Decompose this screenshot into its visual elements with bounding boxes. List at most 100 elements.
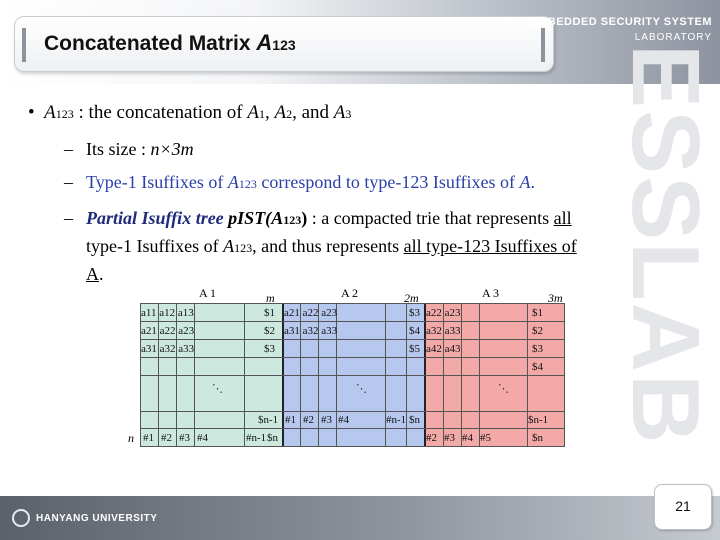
hash-cell: #3	[444, 432, 455, 444]
hash-cell: #3	[179, 432, 190, 444]
title-letter: A	[256, 30, 273, 55]
dollar-cell: $1	[532, 307, 543, 319]
bullet-a-sub: 123	[55, 107, 74, 121]
grid-line	[140, 357, 565, 358]
dash: –	[64, 208, 73, 228]
bullet-a: A	[44, 102, 56, 123]
fig-label-a3: A 3	[482, 286, 500, 300]
type1-end: .	[530, 172, 535, 192]
title-subscript: 123	[272, 37, 296, 53]
bullet-a1: A	[247, 102, 259, 123]
dash: –	[64, 139, 73, 159]
pist-line2a: type-1 Isuffixes of	[86, 236, 224, 256]
fig-label-a1: A 1	[199, 286, 217, 300]
dollar-cell: $2	[532, 325, 543, 337]
hash-cell: #4	[197, 432, 208, 444]
hash-cell: #2	[161, 432, 172, 444]
type1-text2: correspond to type-123 Isuffixes of	[256, 172, 520, 192]
hash-cell: #1	[143, 432, 154, 444]
sub-bullet-type1: – Type-1 Isuffixes of A123 correspond to …	[64, 172, 535, 193]
dollar-cell: $4	[532, 361, 543, 373]
hash-cell: #1	[285, 414, 296, 426]
grid-line	[140, 428, 565, 429]
type1-text: Type-1 Isuffixes of	[86, 172, 228, 192]
matrix-row-a2-2: a31 a32 a33	[284, 325, 338, 337]
pist-all2: all type-123 Isuffixes of	[403, 236, 577, 256]
grid-line	[140, 411, 565, 412]
dollar-cell: $n	[409, 414, 420, 426]
pist-a-sub: 123	[283, 213, 302, 227]
matrix-row-a3-2: a32 a33	[426, 325, 461, 337]
matrix-row-a2-1: a21 a22 a23	[284, 307, 338, 319]
pist-name: pIST(	[228, 208, 272, 228]
dollar-cell: $n	[267, 432, 278, 444]
hash-cell: #2	[426, 432, 437, 444]
pist-line2b: , and thus represents	[252, 236, 404, 256]
sub-bullet-size: – Its size : n×3m	[64, 139, 194, 160]
grid-line	[140, 303, 565, 304]
pist-text: : a compacted trie that represents	[307, 208, 554, 228]
bullet-a3: A	[333, 102, 346, 123]
pist-lead: Partial Isuffix tree	[86, 208, 229, 228]
dollar-cell: $n-1	[528, 414, 549, 426]
matrix-row-a3-1: a22 a23	[426, 307, 461, 319]
size-label: Its size :	[86, 139, 151, 159]
grid-line	[140, 375, 565, 376]
university-logo-icon	[12, 509, 30, 527]
dollar-cell: $3	[532, 343, 543, 355]
pist-line2-a-sub: 123	[234, 241, 253, 255]
slide-title: Concatenated Matrix A123	[44, 30, 296, 56]
pist-line3: A	[86, 264, 99, 284]
bullet-marker: •	[28, 102, 35, 123]
dollar-cell: $n-1	[258, 414, 279, 426]
title-bar-left	[22, 28, 26, 62]
matrix-row-a1-3: a31 a32 a33	[141, 343, 195, 355]
grid-line	[140, 339, 565, 340]
watermark: ESSLAB	[624, 44, 720, 494]
sub-bullet-pist: – Partial Isuffix tree pIST(A123) : a com…	[64, 205, 577, 287]
dollar-cell: $n	[532, 432, 543, 444]
dash: –	[64, 172, 73, 192]
pist-line2-a: A	[223, 236, 235, 256]
type1-a-sub: 123	[238, 177, 257, 191]
dollar-cell: $1	[264, 307, 275, 319]
size-value: n×3m	[150, 139, 194, 159]
hash-cell: #4	[338, 414, 349, 426]
dollar-cell: $4	[409, 325, 420, 337]
bullet-text: : the concatenation of	[73, 102, 248, 123]
grid-line	[140, 446, 565, 447]
hash-cell: #3	[321, 414, 332, 426]
fig-label-n: n	[128, 431, 134, 445]
fig-label-a2: A 2	[341, 286, 359, 300]
pist-all: all	[553, 208, 572, 228]
lab-name: EMBEDDED SECURITY SYSTEM LABORATORY	[530, 14, 712, 46]
dollar-cell: $5	[409, 343, 420, 355]
matrix-row-a3-3: a42 a43	[426, 343, 461, 355]
grid-line	[140, 321, 565, 322]
type1-a-end: A	[519, 172, 531, 192]
hash-cell: #5	[480, 432, 491, 444]
hash-cell: #n-1	[246, 432, 267, 444]
matrix-row-a1-2: a21 a22 a23	[141, 325, 195, 337]
dollar-cell: $3	[409, 307, 420, 319]
bullet-a2: A	[274, 102, 287, 123]
bullet-main: • A123 : the concatenation of A1, A2, an…	[28, 102, 351, 124]
bullet-s3: 3	[345, 107, 352, 121]
hash-cell: #4	[462, 432, 473, 444]
dollar-cell: $2	[264, 325, 275, 337]
watermark-text: ESSLAB	[624, 44, 719, 446]
page-number: 21	[675, 498, 691, 514]
pist-end: .	[99, 264, 104, 284]
diagonal-dots: ⋱	[498, 383, 509, 395]
pist-a: A	[271, 208, 284, 228]
bullet-and: , and	[292, 102, 334, 123]
lab-line1: EMBEDDED SECURITY SYSTEM	[530, 16, 712, 28]
hash-cell: #n-1	[386, 414, 407, 426]
hash-cell: #2	[303, 414, 314, 426]
type1-a: A	[227, 172, 239, 192]
diagonal-dots: ⋱	[212, 383, 223, 395]
title-text: Concatenated Matrix	[44, 32, 257, 55]
university-name: HANYANG UNIVERSITY	[36, 513, 158, 524]
dollar-cell: $3	[264, 343, 275, 355]
matrix-row-a1-1: a11 a12 a13	[141, 307, 194, 319]
